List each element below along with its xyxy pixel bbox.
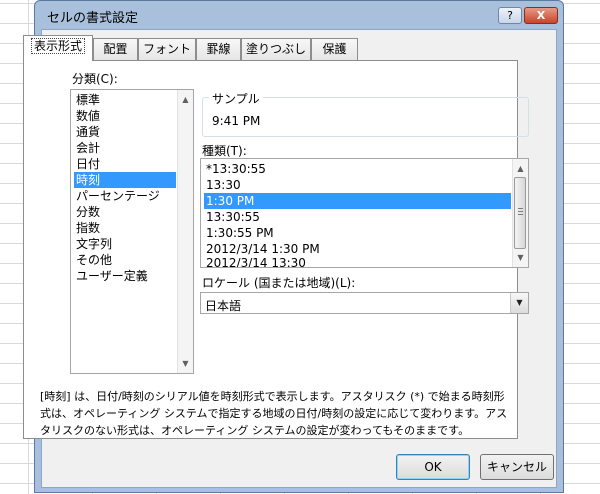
tab-border[interactable]: 罫線	[196, 38, 241, 60]
ok-button[interactable]: OK	[396, 454, 470, 480]
format-description: [時刻] は、日付/時刻のシリアル値を時刻形式で表示します。アスタリスク (*)…	[40, 390, 508, 437]
category-item[interactable]: 通貨	[74, 124, 176, 140]
type-item[interactable]: 13:30	[204, 177, 511, 193]
category-listbox[interactable]: 標準 数値 通貨 会計 日付 時刻 パーセンテージ 分数 指数 文字列 その他 …	[70, 89, 194, 374]
tab-alignment[interactable]: 配置	[93, 38, 138, 60]
tab-protection[interactable]: 保護	[311, 38, 358, 60]
tab-number[interactable]: 表示形式	[23, 35, 93, 61]
grip-line	[518, 214, 523, 215]
grip-line	[518, 211, 523, 212]
type-item[interactable]: *13:30:55	[204, 161, 511, 177]
category-item[interactable]: ユーザー定義	[74, 268, 176, 284]
tab-fill[interactable]: 塗りつぶし	[241, 38, 311, 60]
type-listbox[interactable]: *13:30:55 13:30 1:30 PM 13:30:55 1:30:55…	[200, 158, 529, 268]
cancel-button[interactable]: キャンセル	[480, 454, 554, 480]
locale-label: ロケール (国または地域)(L):	[202, 276, 356, 290]
locale-select[interactable]: 日本語 ▼	[200, 292, 529, 314]
sample-value: 9:41 PM	[212, 114, 261, 128]
close-button[interactable]: X	[524, 7, 558, 24]
category-item[interactable]: その他	[74, 252, 176, 268]
type-item[interactable]: 13:30:55	[204, 209, 511, 225]
dialog-title: セルの書式設定	[47, 11, 139, 26]
category-scrollbar[interactable]: ▲ ▼	[177, 90, 193, 373]
type-scrollbar[interactable]: ▲ ▼	[512, 159, 528, 267]
sample-label: サンプル	[209, 90, 263, 107]
tab-number-label: 表示形式	[30, 38, 85, 54]
category-item[interactable]: 文字列	[74, 236, 176, 252]
category-item[interactable]: 日付	[74, 156, 176, 172]
type-label: 種類(T):	[202, 144, 247, 158]
chevron-down-icon[interactable]: ▼	[510, 293, 528, 313]
category-item[interactable]: 数値	[74, 108, 176, 124]
title-bar[interactable]: セルの書式設定 ? X	[35, 1, 563, 29]
type-item[interactable]: 2012/3/14 13:30	[204, 255, 511, 267]
type-item[interactable]: 1:30:55 PM	[204, 225, 511, 241]
scroll-up-icon[interactable]: ▲	[178, 92, 193, 107]
category-item[interactable]: 標準	[74, 92, 176, 108]
scroll-down-icon[interactable]: ▼	[178, 356, 193, 371]
help-button[interactable]: ?	[498, 7, 522, 24]
category-item[interactable]: 分数	[74, 204, 176, 220]
scroll-thumb[interactable]	[514, 177, 526, 249]
category-label: 分類(C):	[72, 72, 118, 86]
category-item[interactable]: 指数	[74, 220, 176, 236]
scroll-up-icon[interactable]: ▲	[513, 161, 528, 176]
category-item[interactable]: 会計	[74, 140, 176, 156]
locale-value: 日本語	[205, 299, 242, 313]
scroll-down-icon[interactable]: ▼	[513, 250, 528, 265]
type-item-selected[interactable]: 1:30 PM	[204, 193, 511, 209]
grip-line	[518, 208, 523, 209]
category-item-selected[interactable]: 時刻	[74, 172, 176, 188]
sample-group: サンプル 9:41 PM	[202, 90, 529, 137]
tab-font[interactable]: フォント	[138, 38, 196, 60]
category-item[interactable]: パーセンテージ	[74, 188, 176, 204]
